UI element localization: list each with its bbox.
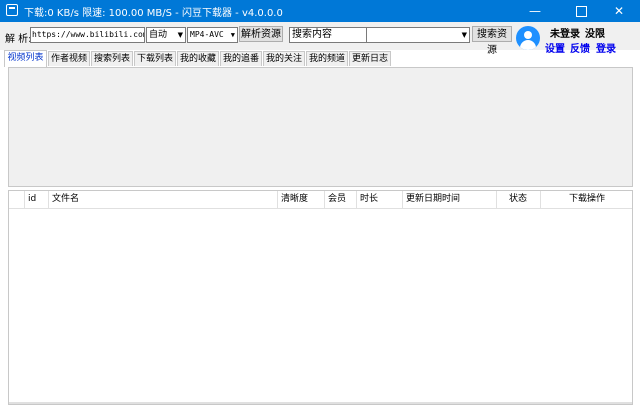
table-header: id 文件名 清晰度 会员 时长 更新日期时间 状态 下载操作 xyxy=(9,191,632,209)
tab-download-list[interactable]: 下载列表 xyxy=(134,51,176,66)
file-table: id 文件名 清晰度 会员 时长 更新日期时间 状态 下载操作 xyxy=(8,190,633,405)
column-updated[interactable]: 更新日期时间 xyxy=(403,191,497,208)
table-footer xyxy=(9,402,632,404)
chevron-down-icon: ▼ xyxy=(177,31,183,39)
video-info-panel xyxy=(8,67,633,187)
tab-bangumi[interactable]: 我的追番 xyxy=(220,51,262,66)
app-icon xyxy=(6,4,18,16)
close-button[interactable]: ✕ xyxy=(604,0,634,22)
column-member[interactable]: 会员 xyxy=(325,191,357,208)
tab-following[interactable]: 我的关注 xyxy=(263,51,305,66)
title-bar: 下载:0 KB/s 限速: 100.00 MB/S - 闪豆下载器 - v4.0… xyxy=(0,0,640,22)
settings-link[interactable]: 设置 xyxy=(545,40,565,55)
tab-favorites[interactable]: 我的收藏 xyxy=(177,51,219,66)
tab-changelog[interactable]: 更新日志 xyxy=(349,51,391,66)
column-status[interactable]: 状态 xyxy=(497,191,541,208)
avatar[interactable] xyxy=(516,26,540,50)
column-filename[interactable]: 文件名 xyxy=(49,191,278,208)
codec-select[interactable]: MP4-AVC ▼ xyxy=(187,27,238,43)
login-status: 未登录 xyxy=(550,29,580,40)
column-quality[interactable]: 清晰度 xyxy=(278,191,325,208)
parse-label: 解 析: xyxy=(5,34,32,45)
maximize-button[interactable] xyxy=(566,0,596,22)
tab-channels[interactable]: 我的频道 xyxy=(306,51,348,66)
parse-button[interactable]: 解析资源 xyxy=(239,26,283,42)
vip-status: 没限 xyxy=(585,29,605,40)
tab-author-videos[interactable]: 作者视频 xyxy=(48,51,90,66)
url-input[interactable]: https://www.bilibili.com/v xyxy=(30,27,145,43)
minimize-button[interactable]: — xyxy=(520,0,550,22)
tab-video-list[interactable]: 视频列表 xyxy=(4,50,47,67)
user-icon xyxy=(524,31,532,39)
column-download-action[interactable]: 下载操作 xyxy=(541,191,632,208)
column-select[interactable] xyxy=(9,191,25,208)
window-title: 下载:0 KB/s 限速: 100.00 MB/S - 闪豆下载器 - v4.0… xyxy=(24,8,283,19)
search-type-select[interactable]: ▼ xyxy=(366,27,470,43)
quality-value: 自动 xyxy=(149,30,168,40)
chevron-down-icon: ▼ xyxy=(230,31,235,39)
feedback-link[interactable]: 反馈 xyxy=(570,40,590,55)
column-duration[interactable]: 时长 xyxy=(357,191,403,208)
quality-select[interactable]: 自动 ▼ xyxy=(146,27,186,43)
search-input[interactable]: 搜索内容 xyxy=(289,27,367,43)
search-button[interactable]: 搜索资源 xyxy=(472,26,512,56)
codec-value: MP4-AVC xyxy=(190,30,224,39)
column-id[interactable]: id xyxy=(25,191,49,208)
toolbar: 解 析: https://www.bilibili.com/v 自动 ▼ MP4… xyxy=(0,22,640,56)
login-link[interactable]: 登录 xyxy=(596,40,616,55)
maximize-icon xyxy=(575,6,587,17)
tab-search-list[interactable]: 搜索列表 xyxy=(91,51,133,66)
chevron-down-icon: ▼ xyxy=(461,31,467,39)
